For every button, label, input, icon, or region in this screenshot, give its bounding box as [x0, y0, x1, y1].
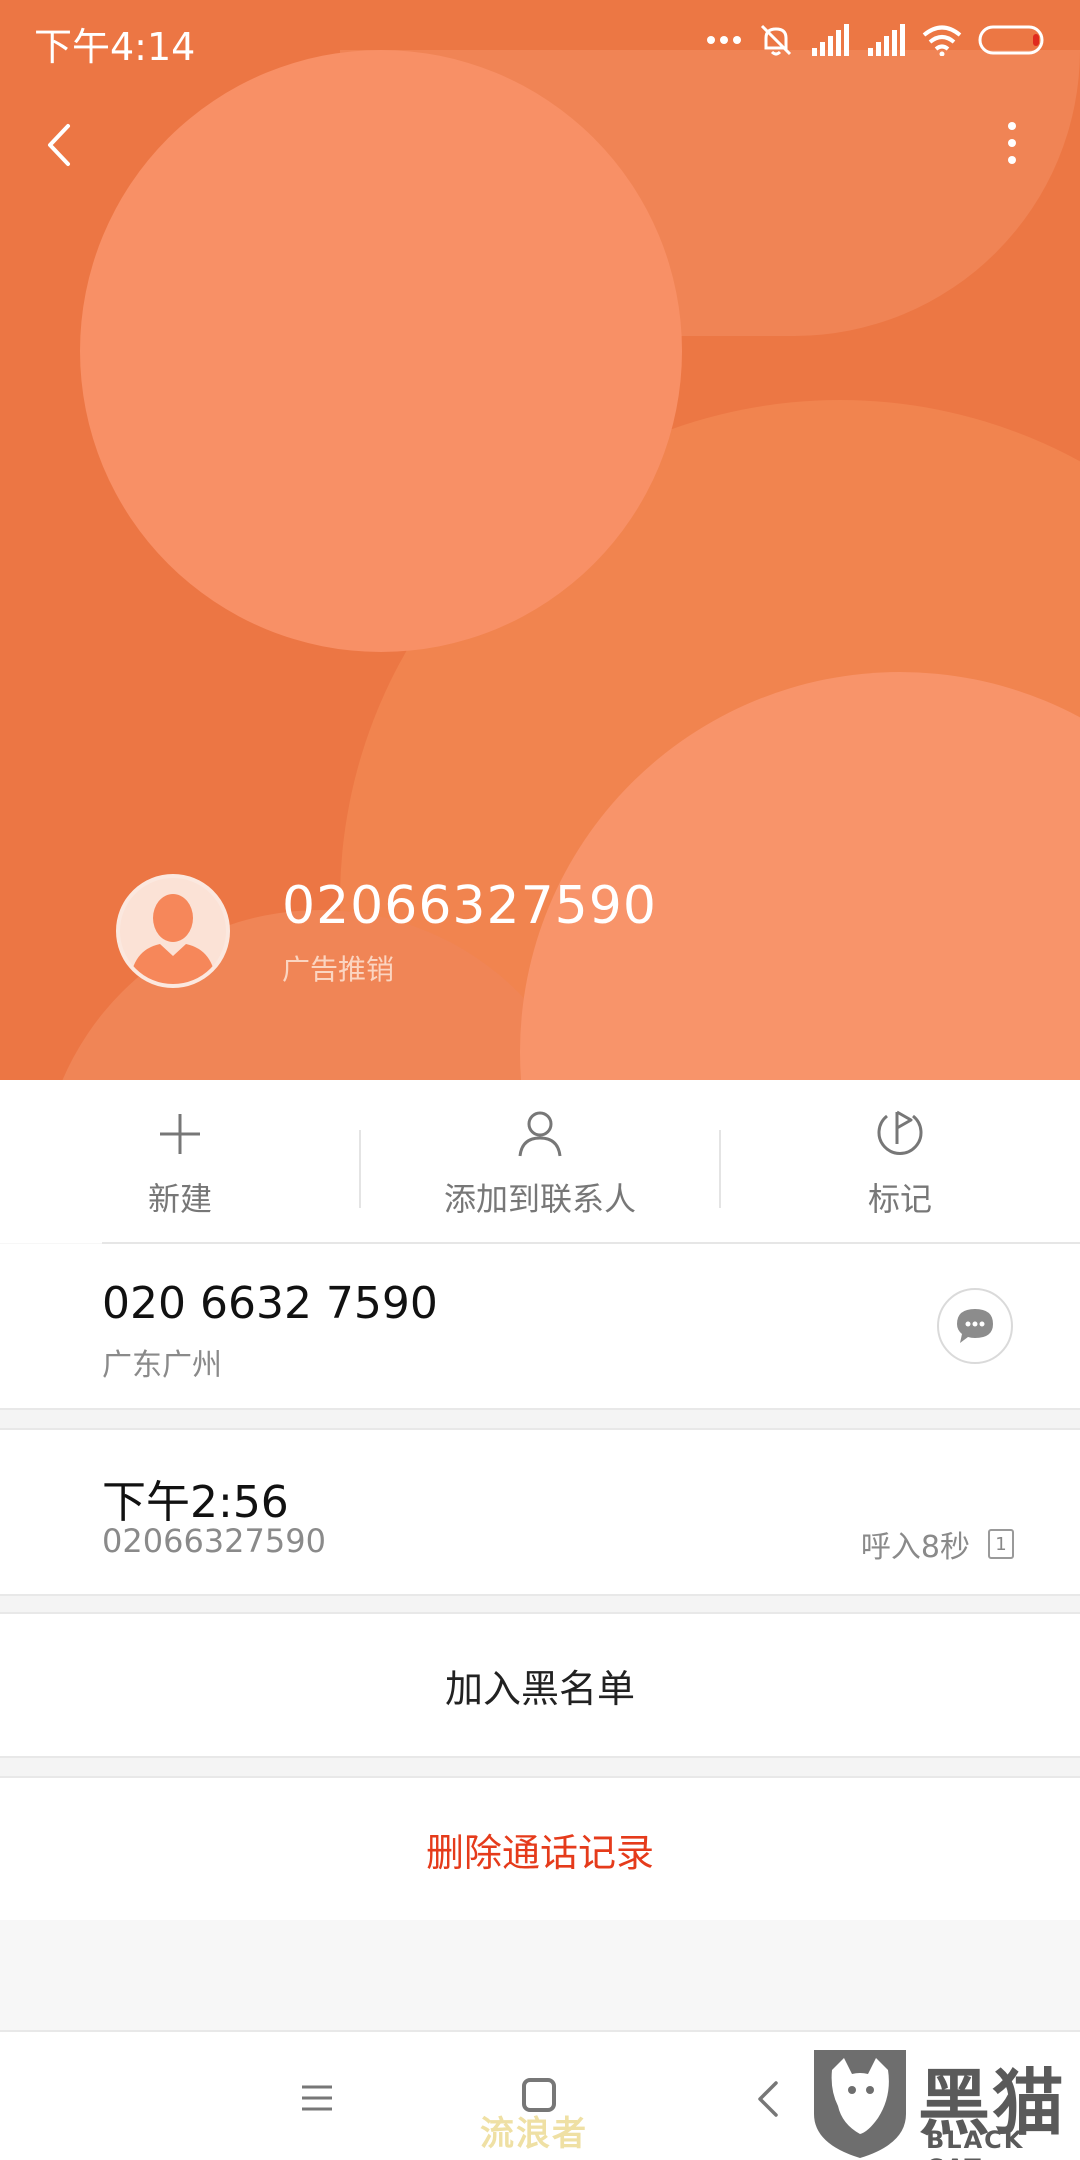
message-button[interactable]	[937, 1288, 1013, 1364]
status-time: 下午4:14	[34, 25, 196, 69]
flag-icon	[877, 1110, 923, 1155]
caller-number: 02066327590	[282, 876, 657, 936]
avatar	[116, 874, 230, 988]
block-number-label: 加入黑名单	[444, 1666, 635, 1711]
more-notifications-icon	[707, 36, 741, 44]
status-bar: 下午4:14	[0, 0, 1080, 80]
signal-icon	[868, 24, 905, 56]
call-info: 呼入8秒 1	[861, 1522, 1014, 1566]
call-duration: 呼入8秒	[860, 1530, 970, 1565]
wifi-icon	[922, 25, 962, 56]
back-icon[interactable]	[756, 2080, 780, 2118]
call-time: 下午2:56	[102, 1477, 289, 1528]
number-location: 广东广州	[102, 1348, 222, 1383]
call-number: 02066327590	[102, 1522, 326, 1560]
phone-number-row[interactable]: 020 6632 7590 广东广州	[0, 1244, 1080, 1408]
person-silhouette-icon	[130, 894, 216, 984]
delete-call-log-button[interactable]: 删除通话记录	[0, 1778, 1080, 1920]
add-to-contacts-label: 添加到联系人	[443, 1180, 636, 1218]
call-detail-screen: 下午4:14 02066327590 广告推销 新建 添加到联系人 标记 020…	[0, 0, 1080, 2160]
more-options-icon[interactable]	[1000, 118, 1024, 168]
new-contact-button[interactable]: 新建	[0, 1080, 360, 1243]
cat-shield-icon	[814, 2050, 906, 2158]
caller-tag: 广告推销	[282, 953, 395, 986]
new-contact-label: 新建	[147, 1180, 212, 1218]
black-cat-logo: 黑猫 BLACK CAT	[808, 2044, 1080, 2160]
header-decoration	[80, 50, 682, 652]
watermark-text: 流浪者	[480, 2114, 588, 2154]
section-gap	[0, 1756, 1080, 1778]
block-number-button[interactable]: 加入黑名单	[0, 1614, 1080, 1756]
add-to-contacts-button[interactable]: 添加到联系人	[360, 1080, 720, 1243]
brand-name-en: BLACK CAT	[926, 2126, 1025, 2160]
section-gap	[0, 1408, 1080, 1430]
plus-icon	[160, 1114, 200, 1154]
call-log-entry[interactable]: 下午2:56 02066327590 呼入8秒 1	[0, 1430, 1080, 1594]
formatted-number: 020 6632 7590	[102, 1278, 438, 1329]
person-icon	[518, 1111, 562, 1157]
mute-icon	[760, 24, 792, 56]
back-arrow-icon[interactable]	[40, 120, 80, 170]
mark-button[interactable]: 标记	[720, 1080, 1080, 1243]
status-icons	[706, 18, 1046, 62]
signal-icon	[812, 24, 849, 56]
battery-icon	[978, 25, 1044, 55]
delete-call-log-label: 删除通话记录	[425, 1830, 654, 1875]
chat-bubble-icon	[957, 1309, 993, 1343]
action-bar: 新建 添加到联系人 标记	[0, 1080, 1080, 1243]
mark-label: 标记	[867, 1180, 932, 1218]
menu-icon[interactable]	[300, 2084, 334, 2112]
section-gap	[0, 1594, 1080, 1614]
sim-badge: 1	[988, 1529, 1014, 1559]
